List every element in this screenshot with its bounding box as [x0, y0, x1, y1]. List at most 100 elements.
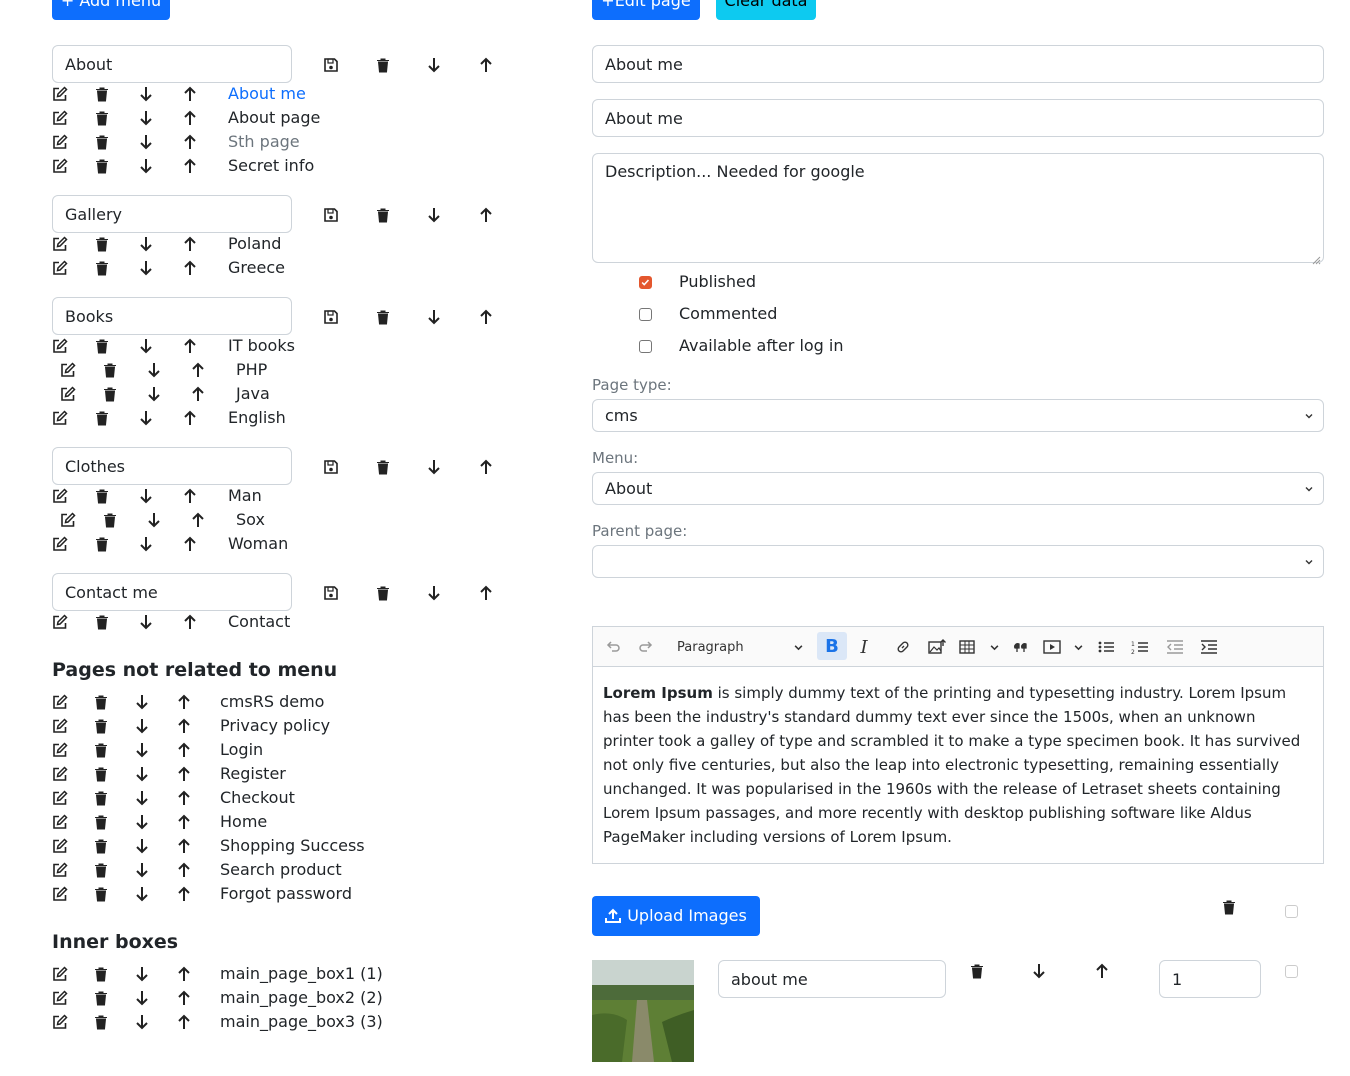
undo-icon[interactable]: [601, 635, 625, 659]
page-link[interactable]: Secret info: [228, 154, 314, 178]
page-link[interactable]: Privacy policy: [220, 714, 330, 738]
arrow-down-icon[interactable]: [425, 308, 443, 326]
trash-icon[interactable]: [92, 989, 110, 1007]
arrow-down-icon[interactable]: [137, 337, 155, 355]
arrow-up-icon[interactable]: [181, 337, 199, 355]
edit-icon[interactable]: [51, 989, 69, 1007]
page-link[interactable]: Contact: [228, 610, 290, 634]
arrow-up-icon[interactable]: [175, 789, 193, 807]
arrow-up-icon[interactable]: [181, 109, 199, 127]
arrow-up-icon[interactable]: [1093, 962, 1111, 980]
page-short-title-input[interactable]: About me: [592, 99, 1324, 137]
arrow-down-icon[interactable]: [425, 584, 443, 602]
edit-icon[interactable]: [59, 385, 77, 403]
page-link[interactable]: Checkout: [220, 786, 295, 810]
menu-name-input[interactable]: Contact me: [52, 573, 292, 611]
edit-page-button[interactable]: +Edit page: [592, 0, 700, 20]
table-icon[interactable]: [959, 635, 999, 659]
menu-name-input[interactable]: Clothes: [52, 447, 292, 485]
arrow-down-icon[interactable]: [425, 56, 443, 74]
arrow-up-icon[interactable]: [175, 813, 193, 831]
trash-icon[interactable]: [92, 717, 110, 735]
menu-name-input[interactable]: Books: [52, 297, 292, 335]
arrow-down-icon[interactable]: [137, 259, 155, 277]
page-link[interactable]: PHP: [236, 358, 267, 382]
save-icon[interactable]: [322, 584, 340, 602]
edit-icon[interactable]: [51, 157, 69, 175]
trash-icon[interactable]: [93, 259, 111, 277]
edit-icon[interactable]: [51, 85, 69, 103]
edit-icon[interactable]: [51, 693, 69, 711]
arrow-down-icon[interactable]: [133, 837, 151, 855]
arrow-down-icon[interactable]: [137, 235, 155, 253]
media-embed-icon[interactable]: [1043, 635, 1083, 659]
edit-icon[interactable]: [51, 837, 69, 855]
page-type-select[interactable]: cms: [592, 399, 1324, 432]
arrow-up-icon[interactable]: [477, 308, 495, 326]
trash-icon[interactable]: [93, 487, 111, 505]
upload-images-button[interactable]: Upload Images: [592, 896, 760, 936]
edit-icon[interactable]: [59, 511, 77, 529]
edit-icon[interactable]: [51, 861, 69, 879]
arrow-up-icon[interactable]: [181, 157, 199, 175]
trash-icon[interactable]: [101, 361, 119, 379]
arrow-up-icon[interactable]: [175, 765, 193, 783]
trash-icon[interactable]: [374, 584, 392, 602]
image-select-checkbox[interactable]: [1285, 965, 1298, 978]
italic-icon[interactable]: I: [852, 635, 876, 659]
blockquote-icon[interactable]: [1009, 635, 1033, 659]
arrow-down-icon[interactable]: [133, 789, 151, 807]
arrow-down-icon[interactable]: [133, 965, 151, 983]
save-icon[interactable]: [322, 206, 340, 224]
arrow-up-icon[interactable]: [175, 693, 193, 711]
edit-icon[interactable]: [51, 765, 69, 783]
arrow-down-icon[interactable]: [145, 361, 163, 379]
edit-icon[interactable]: [51, 965, 69, 983]
trash-icon[interactable]: [92, 885, 110, 903]
arrow-up-icon[interactable]: [175, 885, 193, 903]
save-icon[interactable]: [322, 458, 340, 476]
arrow-up-icon[interactable]: [477, 584, 495, 602]
trash-icon[interactable]: [374, 206, 392, 224]
arrow-up-icon[interactable]: [181, 535, 199, 553]
rich-text-editor[interactable]: Paragraph B I 12 Lorem Ipsum is simply d…: [592, 626, 1324, 864]
page-title-input[interactable]: About me: [592, 45, 1324, 83]
bold-icon[interactable]: B: [817, 632, 847, 660]
arrow-down-icon[interactable]: [133, 717, 151, 735]
arrow-down-icon[interactable]: [1030, 962, 1048, 980]
page-link[interactable]: About page: [228, 106, 320, 130]
arrow-up-icon[interactable]: [181, 259, 199, 277]
numbered-list-icon[interactable]: 12: [1128, 635, 1152, 659]
trash-icon[interactable]: [93, 157, 111, 175]
arrow-up-icon[interactable]: [181, 409, 199, 427]
arrow-down-icon[interactable]: [137, 409, 155, 427]
arrow-down-icon[interactable]: [133, 693, 151, 711]
arrow-up-icon[interactable]: [181, 235, 199, 253]
trash-icon[interactable]: [92, 741, 110, 759]
arrow-up-icon[interactable]: [181, 487, 199, 505]
trash-icon[interactable]: [92, 765, 110, 783]
page-link[interactable]: Forgot password: [220, 882, 352, 906]
arrow-up-icon[interactable]: [175, 837, 193, 855]
arrow-down-icon[interactable]: [137, 613, 155, 631]
trash-icon[interactable]: [93, 85, 111, 103]
arrow-up-icon[interactable]: [175, 741, 193, 759]
arrow-down-icon[interactable]: [137, 487, 155, 505]
edit-icon[interactable]: [51, 885, 69, 903]
arrow-down-icon[interactable]: [133, 885, 151, 903]
edit-icon[interactable]: [51, 613, 69, 631]
edit-icon[interactable]: [51, 535, 69, 553]
page-link[interactable]: cmsRS demo: [220, 690, 324, 714]
menu-name-input[interactable]: Gallery: [52, 195, 292, 233]
edit-icon[interactable]: [51, 409, 69, 427]
redo-icon[interactable]: [634, 635, 658, 659]
trash-icon[interactable]: [92, 813, 110, 831]
menu-name-input[interactable]: About: [52, 45, 292, 83]
arrow-down-icon[interactable]: [133, 765, 151, 783]
bulleted-list-icon[interactable]: [1094, 635, 1118, 659]
arrow-up-icon[interactable]: [189, 511, 207, 529]
trash-icon[interactable]: [93, 535, 111, 553]
menu-select[interactable]: About: [592, 472, 1324, 505]
indent-icon[interactable]: [1197, 635, 1221, 659]
arrow-up-icon[interactable]: [175, 861, 193, 879]
